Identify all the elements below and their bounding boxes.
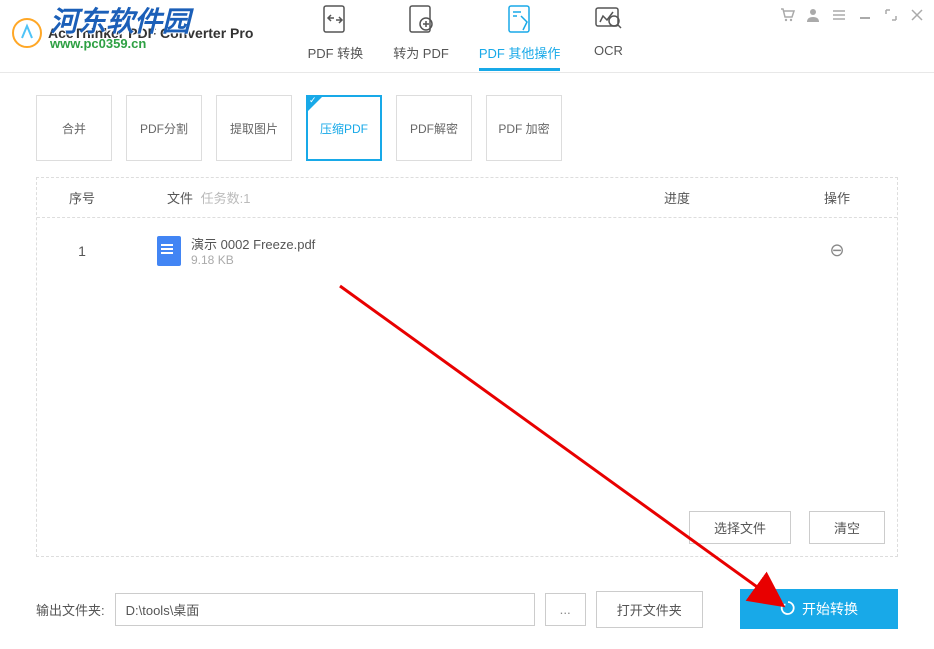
tab-ocr[interactable]: OCR (590, 1, 626, 71)
subtab-split[interactable]: PDF分割 (126, 95, 202, 161)
tab-pdf-convert[interactable]: PDF 转换 (308, 1, 364, 71)
content-area: 序号 文件 任务数:1 进度 操作 1 演示 0002 Freeze.pdf 9… (36, 177, 898, 557)
header-seq: 序号 (37, 188, 127, 207)
pdf-file-icon (157, 236, 181, 266)
menu-dropdown-icon[interactable] (830, 6, 848, 24)
logo-area: AceThinker PDF Converter Pro (12, 18, 253, 48)
table-row: 1 演示 0002 Freeze.pdf 9.18 KB ⊖ (37, 218, 897, 283)
file-info: 演示 0002 Freeze.pdf 9.18 KB (127, 234, 577, 267)
output-path-input[interactable] (115, 593, 535, 626)
table-actions: 选择文件 清空 (689, 511, 885, 544)
file-size: 9.18 KB (191, 253, 315, 267)
file-table: 序号 文件 任务数:1 进度 操作 1 演示 0002 Freeze.pdf 9… (36, 177, 898, 557)
file-name: 演示 0002 Freeze.pdf (191, 234, 315, 253)
pdf-convert-icon (317, 1, 353, 37)
window-controls (778, 6, 926, 24)
minimize-icon[interactable] (856, 6, 874, 24)
clear-button[interactable]: 清空 (809, 511, 885, 544)
open-folder-button[interactable]: 打开文件夹 (596, 591, 703, 628)
subtab-compress[interactable]: 压缩PDF (306, 95, 382, 161)
header-file: 文件 任务数:1 (127, 188, 577, 207)
close-icon[interactable] (908, 6, 926, 24)
user-icon[interactable] (804, 6, 822, 24)
maximize-icon[interactable] (882, 6, 900, 24)
browse-button[interactable]: ... (545, 593, 586, 626)
header-progress: 进度 (577, 188, 777, 207)
row-seq: 1 (37, 243, 127, 259)
tab-label: PDF 其他操作 (479, 43, 561, 62)
sub-tabs: 合并 PDF分割 提取图片 压缩PDF PDF解密 PDF 加密 (0, 73, 934, 169)
subtab-decrypt[interactable]: PDF解密 (396, 95, 472, 161)
table-header: 序号 文件 任务数:1 进度 操作 (37, 178, 897, 218)
subtab-extract-image[interactable]: 提取图片 (216, 95, 292, 161)
start-convert-button[interactable]: 开始转换 (740, 589, 898, 629)
tab-label: 转为 PDF (393, 43, 449, 62)
subtab-merge[interactable]: 合并 (36, 95, 112, 161)
ocr-icon (590, 1, 626, 37)
app-title: AceThinker PDF Converter Pro (48, 25, 253, 41)
remove-row-button[interactable]: ⊖ (777, 240, 897, 261)
footer: 输出文件夹: ... 打开文件夹 开始转换 (0, 575, 934, 649)
main-tabs: PDF 转换 转为 PDF PDF 其他操作 OCR (308, 1, 627, 71)
header-operation: 操作 (777, 188, 897, 207)
tab-pdf-other[interactable]: PDF 其他操作 (479, 1, 561, 71)
refresh-icon (780, 600, 796, 619)
pdf-other-icon (502, 1, 538, 37)
task-count: 任务数:1 (201, 191, 251, 206)
to-pdf-icon (403, 1, 439, 37)
tab-label: OCR (594, 43, 623, 58)
app-logo-icon (12, 18, 42, 48)
output-label: 输出文件夹: (36, 600, 105, 619)
cart-icon[interactable] (778, 6, 796, 24)
subtab-encrypt[interactable]: PDF 加密 (486, 95, 562, 161)
select-file-button[interactable]: 选择文件 (689, 511, 791, 544)
titlebar: AceThinker PDF Converter Pro PDF 转换 转为 P… (0, 0, 934, 73)
tab-label: PDF 转换 (308, 43, 364, 62)
tab-to-pdf[interactable]: 转为 PDF (393, 1, 449, 71)
